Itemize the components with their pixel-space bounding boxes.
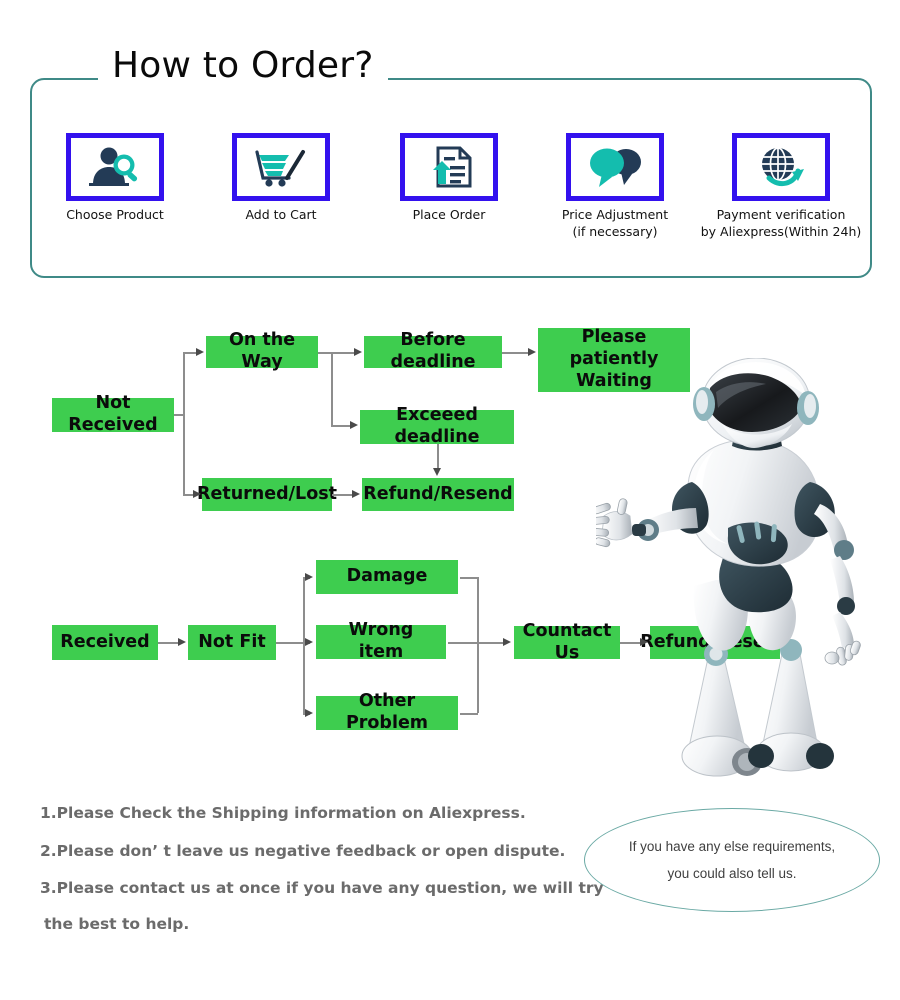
order-step-add-to-cart[interactable]: Add to Cart bbox=[196, 133, 366, 224]
connector-not-received-split bbox=[183, 352, 185, 495]
arrowhead-before-deadline bbox=[354, 348, 362, 356]
payment-verification-label: Payment verification by Aliexpress(Withi… bbox=[700, 207, 862, 239]
order-step-place-order[interactable]: Place Order bbox=[364, 133, 534, 224]
arrowhead-contact-us bbox=[503, 638, 511, 646]
connector-notfit-stem bbox=[276, 642, 304, 644]
flow-node-damage[interactable]: Damage bbox=[316, 560, 458, 594]
order-step-choose-product[interactable]: Choose Product bbox=[30, 133, 200, 224]
connector-before-to-waiting bbox=[502, 352, 530, 354]
connector-returned-to-refund bbox=[332, 494, 354, 496]
robot-illustration bbox=[589, 357, 896, 788]
choose-product-label: Choose Product bbox=[66, 207, 164, 222]
document-upload-icon bbox=[420, 144, 478, 190]
choose-product-icon-box[interactable] bbox=[66, 133, 164, 201]
note-item-3-text: 3.Please contact us at once if you have … bbox=[40, 879, 604, 897]
place-order-icon-box[interactable] bbox=[400, 133, 498, 201]
flow-node-exceed-deadline[interactable]: Exceeed deadline bbox=[360, 405, 514, 447]
connector-wrong-merge bbox=[448, 642, 478, 644]
promo-page: How to Order? Choose Product Add to Cart… bbox=[0, 0, 900, 1000]
arrowhead-wrong-item bbox=[305, 638, 313, 646]
flow-node-refund-resend-1[interactable]: Refund/Resend bbox=[362, 478, 514, 511]
note-item-1: 1.Please Check the Shipping information … bbox=[40, 804, 526, 822]
arrowhead-refund-from-returned bbox=[352, 490, 360, 498]
flow-node-other-problem[interactable]: Other Problem bbox=[316, 691, 458, 733]
notes-list: 1.Please Check the Shipping information … bbox=[40, 804, 604, 954]
arrowhead-damage bbox=[305, 573, 313, 581]
connector-ontheway-down bbox=[331, 352, 333, 426]
flow-node-wrong-item[interactable]: Wrong item bbox=[316, 620, 446, 662]
connector-not-received-stem bbox=[174, 414, 184, 416]
price-adjustment-icon-box[interactable] bbox=[566, 133, 664, 201]
payment-verification-icon-box[interactable] bbox=[732, 133, 830, 201]
connector-exceed-to-refund bbox=[437, 444, 439, 470]
add-to-cart-icon-box[interactable] bbox=[232, 133, 330, 201]
arrowhead-on-the-way bbox=[196, 348, 204, 356]
connector-other-merge bbox=[460, 713, 478, 715]
arrowhead-refund-resend-1 bbox=[433, 468, 441, 476]
arrowhead-returned-lost bbox=[193, 490, 201, 498]
note-item-3: 3.Please contact us at once if you have … bbox=[40, 880, 604, 933]
connector-problems-merge bbox=[477, 577, 479, 713]
note-item-3-continuation: the best to help. bbox=[44, 914, 190, 933]
arrowhead-other-problem bbox=[305, 709, 313, 717]
place-order-label: Place Order bbox=[412, 207, 486, 222]
requirements-bubble: If you have any else requirements, you c… bbox=[584, 808, 880, 912]
add-to-cart-label: Add to Cart bbox=[245, 207, 317, 222]
note-item-2: 2.Please don’ t leave us negative feedba… bbox=[40, 841, 566, 860]
flow-node-before-deadline[interactable]: Before deadline bbox=[364, 330, 502, 372]
speech-bubbles-icon bbox=[584, 145, 646, 189]
flow-node-on-the-way[interactable]: On the Way bbox=[206, 330, 318, 372]
connector-damage-merge bbox=[460, 577, 478, 579]
connector-ontheway-to-before bbox=[318, 352, 356, 354]
flow-node-returned-lost[interactable]: Returned/Lost bbox=[197, 478, 337, 511]
globe-arrow-icon bbox=[753, 144, 809, 190]
shopping-cart-icon bbox=[251, 144, 311, 190]
arrowhead-not-fit bbox=[178, 638, 186, 646]
bubble-line-2: you could also tell us. bbox=[667, 866, 797, 881]
arrowhead-please-wait bbox=[528, 348, 536, 356]
page-title: How to Order? bbox=[98, 46, 388, 86]
arrowhead-exceed-deadline bbox=[350, 421, 358, 429]
flow-node-received[interactable]: Received bbox=[52, 625, 158, 660]
order-step-price-adjustment[interactable]: Price Adjustment (if necessary) bbox=[530, 133, 700, 241]
flow-node-not-received[interactable]: Not Received bbox=[52, 393, 174, 435]
connector-received-to-notfit bbox=[158, 642, 180, 644]
person-search-icon bbox=[85, 144, 145, 190]
bubble-line-1: If you have any else requirements, bbox=[628, 839, 836, 854]
connector-merge-to-contact bbox=[477, 642, 505, 644]
price-adjustment-label: Price Adjustment (if necessary) bbox=[561, 207, 669, 239]
order-step-payment-verification[interactable]: Payment verification by Aliexpress(Withi… bbox=[696, 133, 866, 241]
flow-node-not-fit[interactable]: Not Fit bbox=[188, 625, 276, 660]
